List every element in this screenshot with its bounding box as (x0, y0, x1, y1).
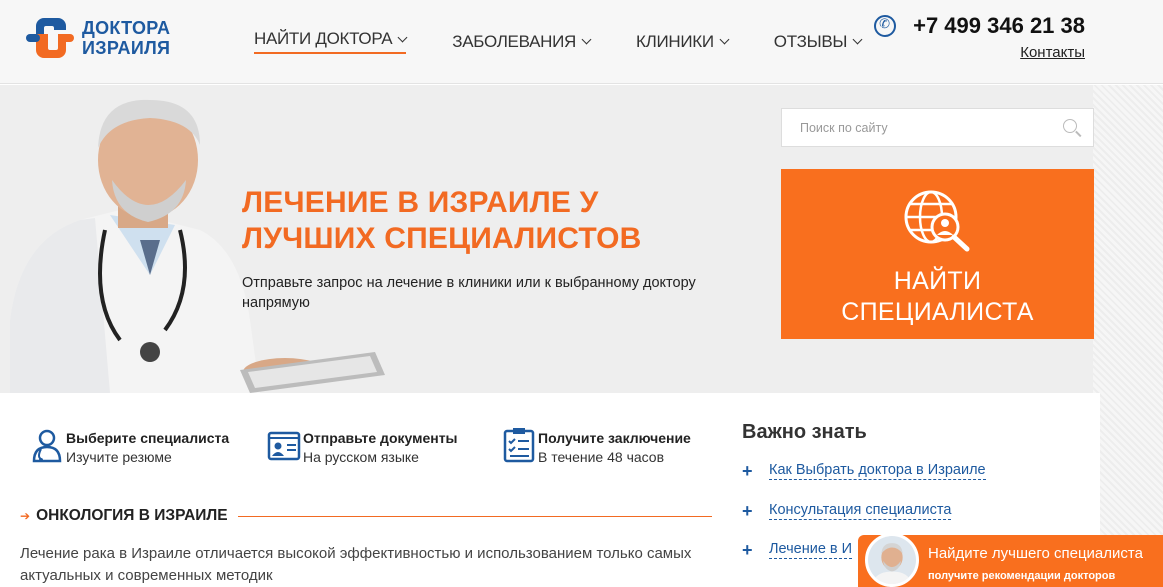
consult-widget[interactable]: Найдите лучшего специалиста получите рек… (858, 533, 1163, 587)
arrow-right-icon: ➔ (20, 509, 31, 523)
phone-block: +7 499 346 21 38 Контакты (874, 13, 1085, 62)
hero-text: Отправьте запрос на лечение в клиники ил… (242, 275, 696, 311)
id-card-icon (267, 431, 301, 461)
globe-search-icon (904, 190, 970, 252)
nav-label: КЛИНИКИ (635, 31, 714, 51)
step-choose-specialist: Выберите специалиста Изучите резюме (30, 427, 229, 467)
step-title: Получите заключение (538, 430, 691, 446)
important-link-item: + Как Выбрать доктора в Израиле (742, 462, 986, 480)
nav-label: ЗАБОЛЕВАНИЯ (452, 31, 576, 51)
search-icon[interactable] (1063, 119, 1077, 133)
logo-line-1: ДОКТОРА (82, 18, 171, 38)
oncology-section-header: ➔ ОНКОЛОГИЯ В ИЗРАИЛЕ (20, 507, 712, 525)
find-specialist-label: НАЙТИ СПЕЦИАЛИСТА (781, 266, 1094, 328)
step-send-documents: Отправьте документы На русском языке (267, 427, 458, 467)
important-link[interactable]: Как Выбрать доктора в Израиле (769, 462, 986, 480)
checklist-icon (503, 428, 535, 463)
phone-icon (874, 15, 897, 37)
nav-clinics[interactable]: КЛИНИКИ (635, 29, 730, 54)
step-subtitle: Изучите резюме (66, 449, 172, 465)
section-text: Лечение рака в Израиле отличается высоко… (20, 545, 692, 584)
find-line-1: НАЙТИ (893, 267, 982, 295)
nav-label: ОТЗЫВЫ (773, 31, 848, 51)
plus-icon: + (742, 501, 753, 521)
widget-subtitle: получите рекомендации докторов (928, 570, 1116, 582)
nav-find-doctor[interactable]: НАЙТИ ДОКТОРА (254, 29, 408, 54)
search-input[interactable] (782, 109, 1042, 146)
plus-icon: + (742, 540, 753, 560)
hero-title-line-2: ЛУЧШИХ СПЕЦИАЛИСТОВ (242, 222, 642, 255)
background-pattern (1093, 85, 1163, 587)
logo[interactable]: ДОКТОРА ИЗРАИЛЯ (22, 12, 170, 64)
chevron-down-icon (719, 34, 730, 45)
main-nav: НАЙТИ ДОКТОРА ЗАБОЛЕВАНИЯ КЛИНИКИ ОТЗЫВЫ (254, 29, 907, 54)
site-search (781, 108, 1094, 147)
step-subtitle: В течение 48 часов (538, 449, 665, 465)
step-title: Отправьте документы (303, 430, 458, 446)
plus-icon: + (742, 461, 753, 481)
chevron-down-icon (852, 34, 863, 45)
section-title[interactable]: ОНКОЛОГИЯ В ИЗРАИЛЕ (36, 507, 228, 525)
step-subtitle: На русском языке (303, 449, 419, 465)
hero-title-line-1: ЛЕЧЕНИЕ В ИЗРАИЛЕ У (242, 186, 599, 219)
hero-title: ЛЕЧЕНИЕ В ИЗРАИЛЕ У ЛУЧШИХ СПЕЦИАЛИСТОВ (242, 185, 702, 257)
find-line-2: СПЕЦИАЛИСТА (841, 298, 1034, 326)
logo-line-2: ИЗРАИЛЯ (82, 38, 171, 58)
contacts-link[interactable]: Контакты (1020, 44, 1085, 61)
phone-number[interactable]: +7 499 346 21 38 (913, 13, 1085, 39)
step-get-conclusion: Получите заключение В течение 48 часов (502, 427, 691, 467)
find-specialist-button[interactable]: НАЙТИ СПЕЦИАЛИСТА (781, 169, 1094, 339)
widget-title: Найдите лучшего специалиста (928, 545, 1143, 562)
nav-label: НАЙТИ ДОКТОРА (254, 29, 393, 48)
chevron-down-icon (397, 32, 408, 42)
important-link[interactable]: Консультация специалиста (769, 502, 952, 520)
site-header: ДОКТОРА ИЗРАИЛЯ НАЙТИ ДОКТОРА ЗАБОЛЕВАНИ… (0, 0, 1163, 84)
logo-text: ДОКТОРА ИЗРАИЛЯ (82, 18, 170, 58)
important-link-item: + Консультация специалиста (742, 501, 952, 521)
nav-reviews[interactable]: ОТЗЫВЫ (773, 29, 863, 54)
important-link[interactable]: Лечение в И (769, 541, 853, 559)
important-title: Важно знать (742, 421, 867, 443)
step-title: Выберите специалиста (66, 430, 230, 446)
important-link-item: + Лечение в И (742, 540, 853, 560)
divider (237, 515, 712, 517)
nav-diseases[interactable]: ЗАБОЛЕВАНИЯ (452, 29, 592, 54)
doctor-avatar (865, 533, 919, 587)
doctor-icon (32, 429, 62, 463)
logo-icon (26, 18, 74, 58)
chevron-down-icon (581, 34, 592, 45)
